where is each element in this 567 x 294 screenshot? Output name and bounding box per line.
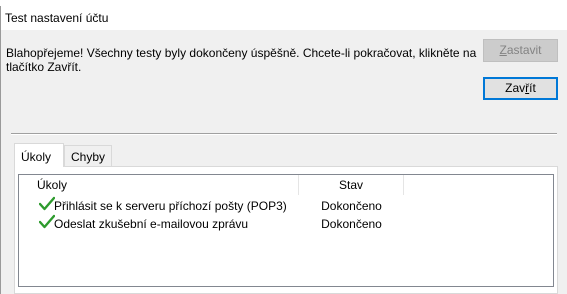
task-status: Dokončeno: [321, 217, 382, 231]
check-icon: [39, 196, 55, 211]
close-button[interactable]: Zavřít: [483, 77, 558, 100]
status-message: Blahopřejeme! Všechny testy byly dokonče…: [6, 46, 477, 74]
check-icon: [39, 214, 55, 229]
stop-button-label-post: astavit: [506, 43, 542, 57]
task-status: Dokončeno: [321, 199, 382, 213]
task-name: Odeslat zkušební e-mailovou zprávu: [54, 217, 249, 231]
tasks-list[interactable]: Úkoly Stav Přihlásit se k serveru přícho…: [18, 174, 554, 287]
close-button-label-post: ít: [529, 81, 536, 95]
tab-errors-label: Chyby: [71, 150, 106, 164]
stop-button: Zastavit: [483, 39, 558, 62]
tab-tasks-label: Úkoly: [21, 150, 52, 164]
account-test-dialog: Test nastavení účtu Blahopřejeme! Všechn…: [0, 6, 567, 294]
tab-errors[interactable]: Chyby: [64, 145, 112, 167]
task-name: Přihlásit se k serveru příchozí pošty (P…: [54, 199, 287, 213]
tab-tasks[interactable]: Úkoly: [14, 143, 64, 167]
column-header-tasks[interactable]: Úkoly: [19, 175, 299, 195]
window-title: Test nastavení účtu: [5, 11, 109, 25]
title-bar[interactable]: Test nastavení účtu: [1, 6, 567, 30]
close-button-label-pre: Zav: [505, 81, 526, 95]
stop-button-label-mnemonic: Z: [499, 43, 507, 57]
list-item[interactable]: Přihlásit se k serveru příchozí pošty (P…: [19, 196, 553, 215]
tasks-list-header: Úkoly Stav: [19, 175, 553, 195]
separator-line: [11, 133, 557, 135]
list-item[interactable]: Odeslat zkušební e-mailovou zprávu Dokon…: [19, 214, 553, 233]
column-header-status[interactable]: Stav: [299, 175, 404, 195]
